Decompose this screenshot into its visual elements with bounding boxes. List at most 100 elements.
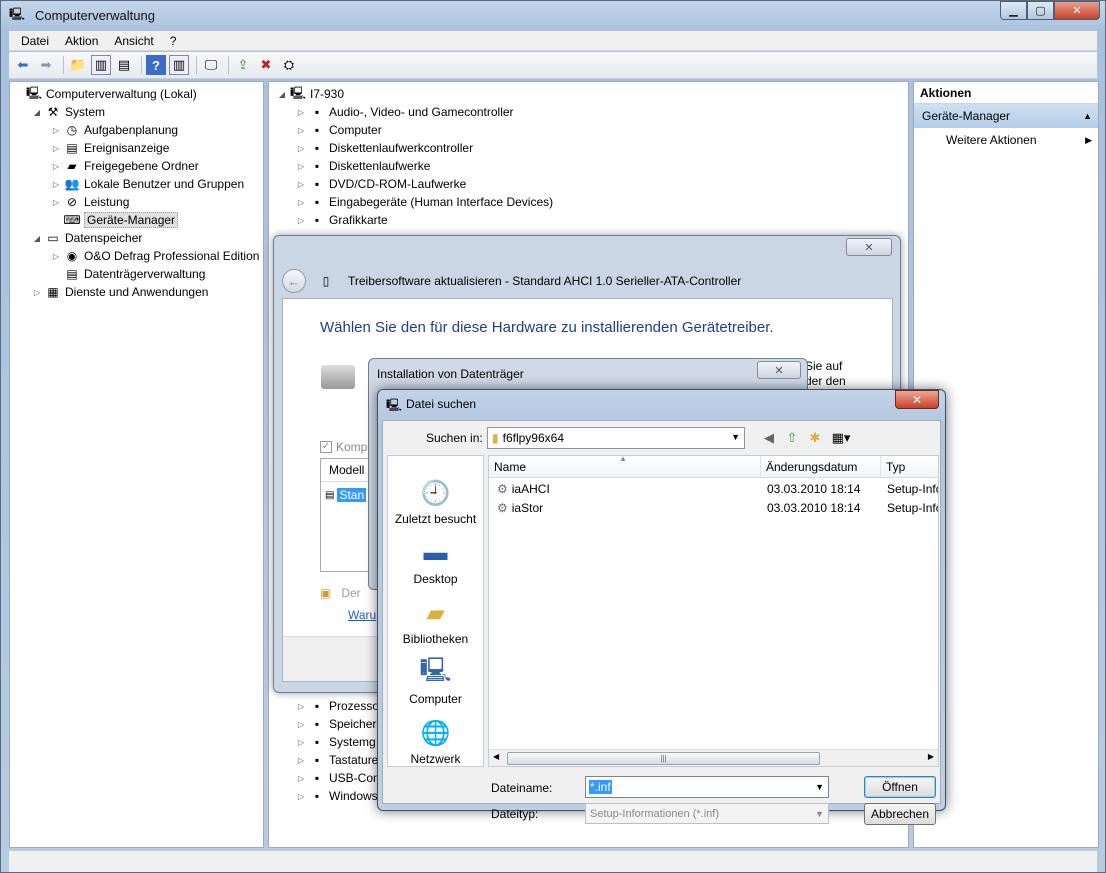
actions-section-device-manager[interactable]: Geräte-Manager ▲	[914, 104, 1098, 128]
close-button[interactable]: ✕	[1054, 1, 1100, 20]
tree-expand-icon[interactable]: ▷	[296, 144, 306, 153]
device-category-item[interactable]: ▷ ▪ Computer	[296, 121, 382, 139]
console-tree-item[interactable]: ⌨ Geräte-Manager	[51, 211, 179, 229]
uninstall-icon[interactable]: ✖	[256, 55, 276, 75]
scan-hardware-icon[interactable]: 🖵	[201, 55, 221, 75]
column-date-header[interactable]: Änderungsdatum	[761, 456, 881, 478]
wizard-back-button[interactable]: ←	[282, 269, 306, 293]
maximize-button[interactable]: ▢	[1027, 1, 1054, 20]
tree-expand-icon[interactable]: ▷	[296, 792, 306, 801]
file-row[interactable]: ⚙ iaStor 03.03.2010 18:14 Setup-Info	[489, 499, 938, 517]
tree-expand-icon[interactable]: ▷	[51, 180, 61, 189]
device-category-item[interactable]: ◢ 🖳 I7-930	[277, 85, 344, 103]
tree-expand-icon[interactable]: ▷	[296, 198, 306, 207]
device-category-item[interactable]: ▷ ▪ Diskettenlaufwerke	[296, 157, 430, 175]
menu-aktion[interactable]: Aktion	[57, 34, 106, 48]
actions-more-actions[interactable]: Weitere Aktionen ▶	[914, 128, 1098, 152]
tree-expand-icon[interactable]: ▷	[296, 774, 306, 783]
console-tree-item[interactable]: ▷ ▤ Ereignisanzeige	[51, 139, 169, 157]
minimize-button[interactable]: ▁	[1000, 1, 1027, 20]
tree-expand-icon[interactable]: ▷	[51, 162, 61, 171]
place-desktop[interactable]: ▬ Desktop	[388, 528, 483, 586]
horizontal-scrollbar[interactable]: ◀ ||| ▶	[489, 749, 938, 766]
up-folder-icon[interactable]: 📁	[68, 55, 88, 75]
console-tree-item[interactable]: ▷ ▦ Dienste und Anwendungen	[32, 283, 209, 301]
tree-expand-icon[interactable]: ▷	[296, 216, 306, 225]
properties-icon[interactable]: ▤	[114, 55, 134, 75]
forward-arrow-icon[interactable]: ➡	[36, 55, 56, 75]
console-tree-item[interactable]: ▷ 👥 Lokale Benutzer und Gruppen	[51, 175, 244, 193]
tree-expand-icon[interactable]: ▷	[51, 198, 61, 207]
console-tree-item[interactable]: ◢ ⚒ System	[32, 103, 105, 121]
collapse-up-icon[interactable]: ▲	[1083, 111, 1092, 121]
place-computer[interactable]: 🖳 Computer	[388, 648, 483, 707]
back-circle-icon[interactable]: ◀	[759, 429, 779, 447]
tree-expand-icon[interactable]: ▷	[296, 756, 306, 765]
update-driver-icon[interactable]: ⇪	[233, 55, 253, 75]
place-recent[interactable]: 🕘 Zuletzt besucht	[388, 468, 483, 527]
tree-expand-icon[interactable]: ▷	[296, 126, 306, 135]
chevron-down-icon[interactable]: ▼	[815, 809, 824, 819]
help-icon[interactable]: ?	[146, 55, 166, 75]
tree-expand-icon[interactable]: ▷	[32, 288, 42, 297]
back-arrow-icon[interactable]: ⬅	[13, 55, 33, 75]
device-category-item[interactable]: ▷ ▪ Windows	[296, 787, 378, 805]
look-in-combo[interactable]: ▮ f6flpy96x64 ▼	[487, 427, 745, 449]
file-row[interactable]: ⚙ iaAHCI 03.03.2010 18:14 Setup-Info	[489, 480, 938, 498]
chevron-down-icon[interactable]: ▼	[815, 782, 824, 792]
tree-expand-icon[interactable]: ▷	[296, 180, 306, 189]
new-folder-icon[interactable]: ✱	[805, 429, 825, 447]
tree-expand-icon[interactable]: ▷	[296, 702, 306, 711]
console-tree-item[interactable]: ▷ ▰ Freigegebene Ordner	[51, 157, 199, 175]
compatible-hardware-checkbox[interactable]: ✓ Komp	[320, 440, 367, 454]
device-category-item[interactable]: ▷ ▪ DVD/CD-ROM-Laufwerke	[296, 175, 466, 193]
console-tree-item[interactable]: ▷ ◉ O&O Defrag Professional Edition	[51, 247, 260, 265]
why-important-link[interactable]: Waru	[348, 608, 376, 622]
file-dialog-close-button[interactable]: ✕	[895, 390, 939, 409]
driver-dialog-close-button[interactable]: ✕	[846, 238, 892, 256]
open-button[interactable]: Öffnen	[864, 776, 936, 798]
device-category-item[interactable]: ▷ ▪ Systemg	[296, 733, 376, 751]
up-folder-icon[interactable]: ⇧	[782, 429, 802, 447]
view-menu-icon[interactable]: ▦▾	[828, 429, 854, 447]
device-category-item[interactable]: ▷ ▪ Audio-, Video- und Gamecontroller	[296, 103, 514, 121]
cancel-button[interactable]: Abbrechen	[864, 803, 936, 825]
device-category-item[interactable]: ▷ ▪ Speicher	[296, 715, 376, 733]
filename-input[interactable]: *.inf ▼	[585, 776, 829, 798]
console-tree-item[interactable]: ◢ ▭ Datenspeicher	[32, 229, 142, 247]
disable-device-icon[interactable]: ⛭	[279, 55, 299, 75]
menu-ansicht[interactable]: Ansicht	[106, 34, 161, 48]
console-tree-item[interactable]: ▷ ⊘ Leistung	[51, 193, 129, 211]
tree-expand-icon[interactable]: ▷	[296, 738, 306, 747]
tree-expand-icon[interactable]: ◢	[32, 234, 42, 243]
device-category-item[interactable]: ▷ ▪ Eingabegeräte (Human Interface Devices…	[296, 193, 553, 211]
tree-expand-icon[interactable]: ▷	[296, 720, 306, 729]
menu-datei[interactable]: Datei	[13, 34, 57, 48]
device-category-item[interactable]: ▷ ▪ Grafikkarte	[296, 211, 388, 229]
scrollbar-thumb[interactable]: |||	[507, 752, 820, 765]
console-tree-item[interactable]: 🖳 Computerverwaltung (Lokal)	[13, 85, 197, 103]
column-name-header[interactable]: Name ▲	[489, 456, 761, 478]
column-type-header[interactable]: Typ	[881, 456, 938, 478]
filetype-combo[interactable]: Setup-Informationen (*.inf) ▼	[585, 803, 829, 824]
place-libraries[interactable]: ▰ Bibliotheken	[388, 588, 483, 647]
device-category-item[interactable]: ▷ ▪ Prozesso	[296, 697, 379, 715]
scroll-left-icon[interactable]: ◀	[493, 752, 499, 761]
device-category-item[interactable]: ▷ ▪ Diskettenlaufwerkcontroller	[296, 139, 473, 157]
tree-expand-icon[interactable]: ▷	[296, 108, 306, 117]
tree-expand-icon[interactable]: ▷	[51, 144, 61, 153]
install-dialog-close-button[interactable]: ✕	[757, 361, 801, 379]
tree-expand-icon[interactable]: ▷	[51, 252, 61, 261]
tree-expand-icon[interactable]: ◢	[32, 108, 42, 117]
tree-expand-icon[interactable]: ▷	[296, 162, 306, 171]
tree-expand-icon[interactable]: ◢	[277, 90, 287, 99]
device-category-item[interactable]: ▷ ▪ Tastature	[296, 751, 378, 769]
title-bar[interactable]: 🖳 Computerverwaltung ▁ ▢ ✕	[1, 1, 1105, 29]
show-tree-icon[interactable]: ▥	[91, 55, 111, 75]
menu-help[interactable]: ?	[162, 34, 185, 48]
action-pane-icon[interactable]: ▥	[169, 55, 189, 75]
place-network[interactable]: 🌐 Netzwerk	[388, 708, 483, 767]
scroll-right-icon[interactable]: ▶	[928, 752, 934, 761]
device-category-item[interactable]: ▷ ▪ USB-Con	[296, 769, 380, 787]
tree-expand-icon[interactable]: ▷	[51, 126, 61, 135]
